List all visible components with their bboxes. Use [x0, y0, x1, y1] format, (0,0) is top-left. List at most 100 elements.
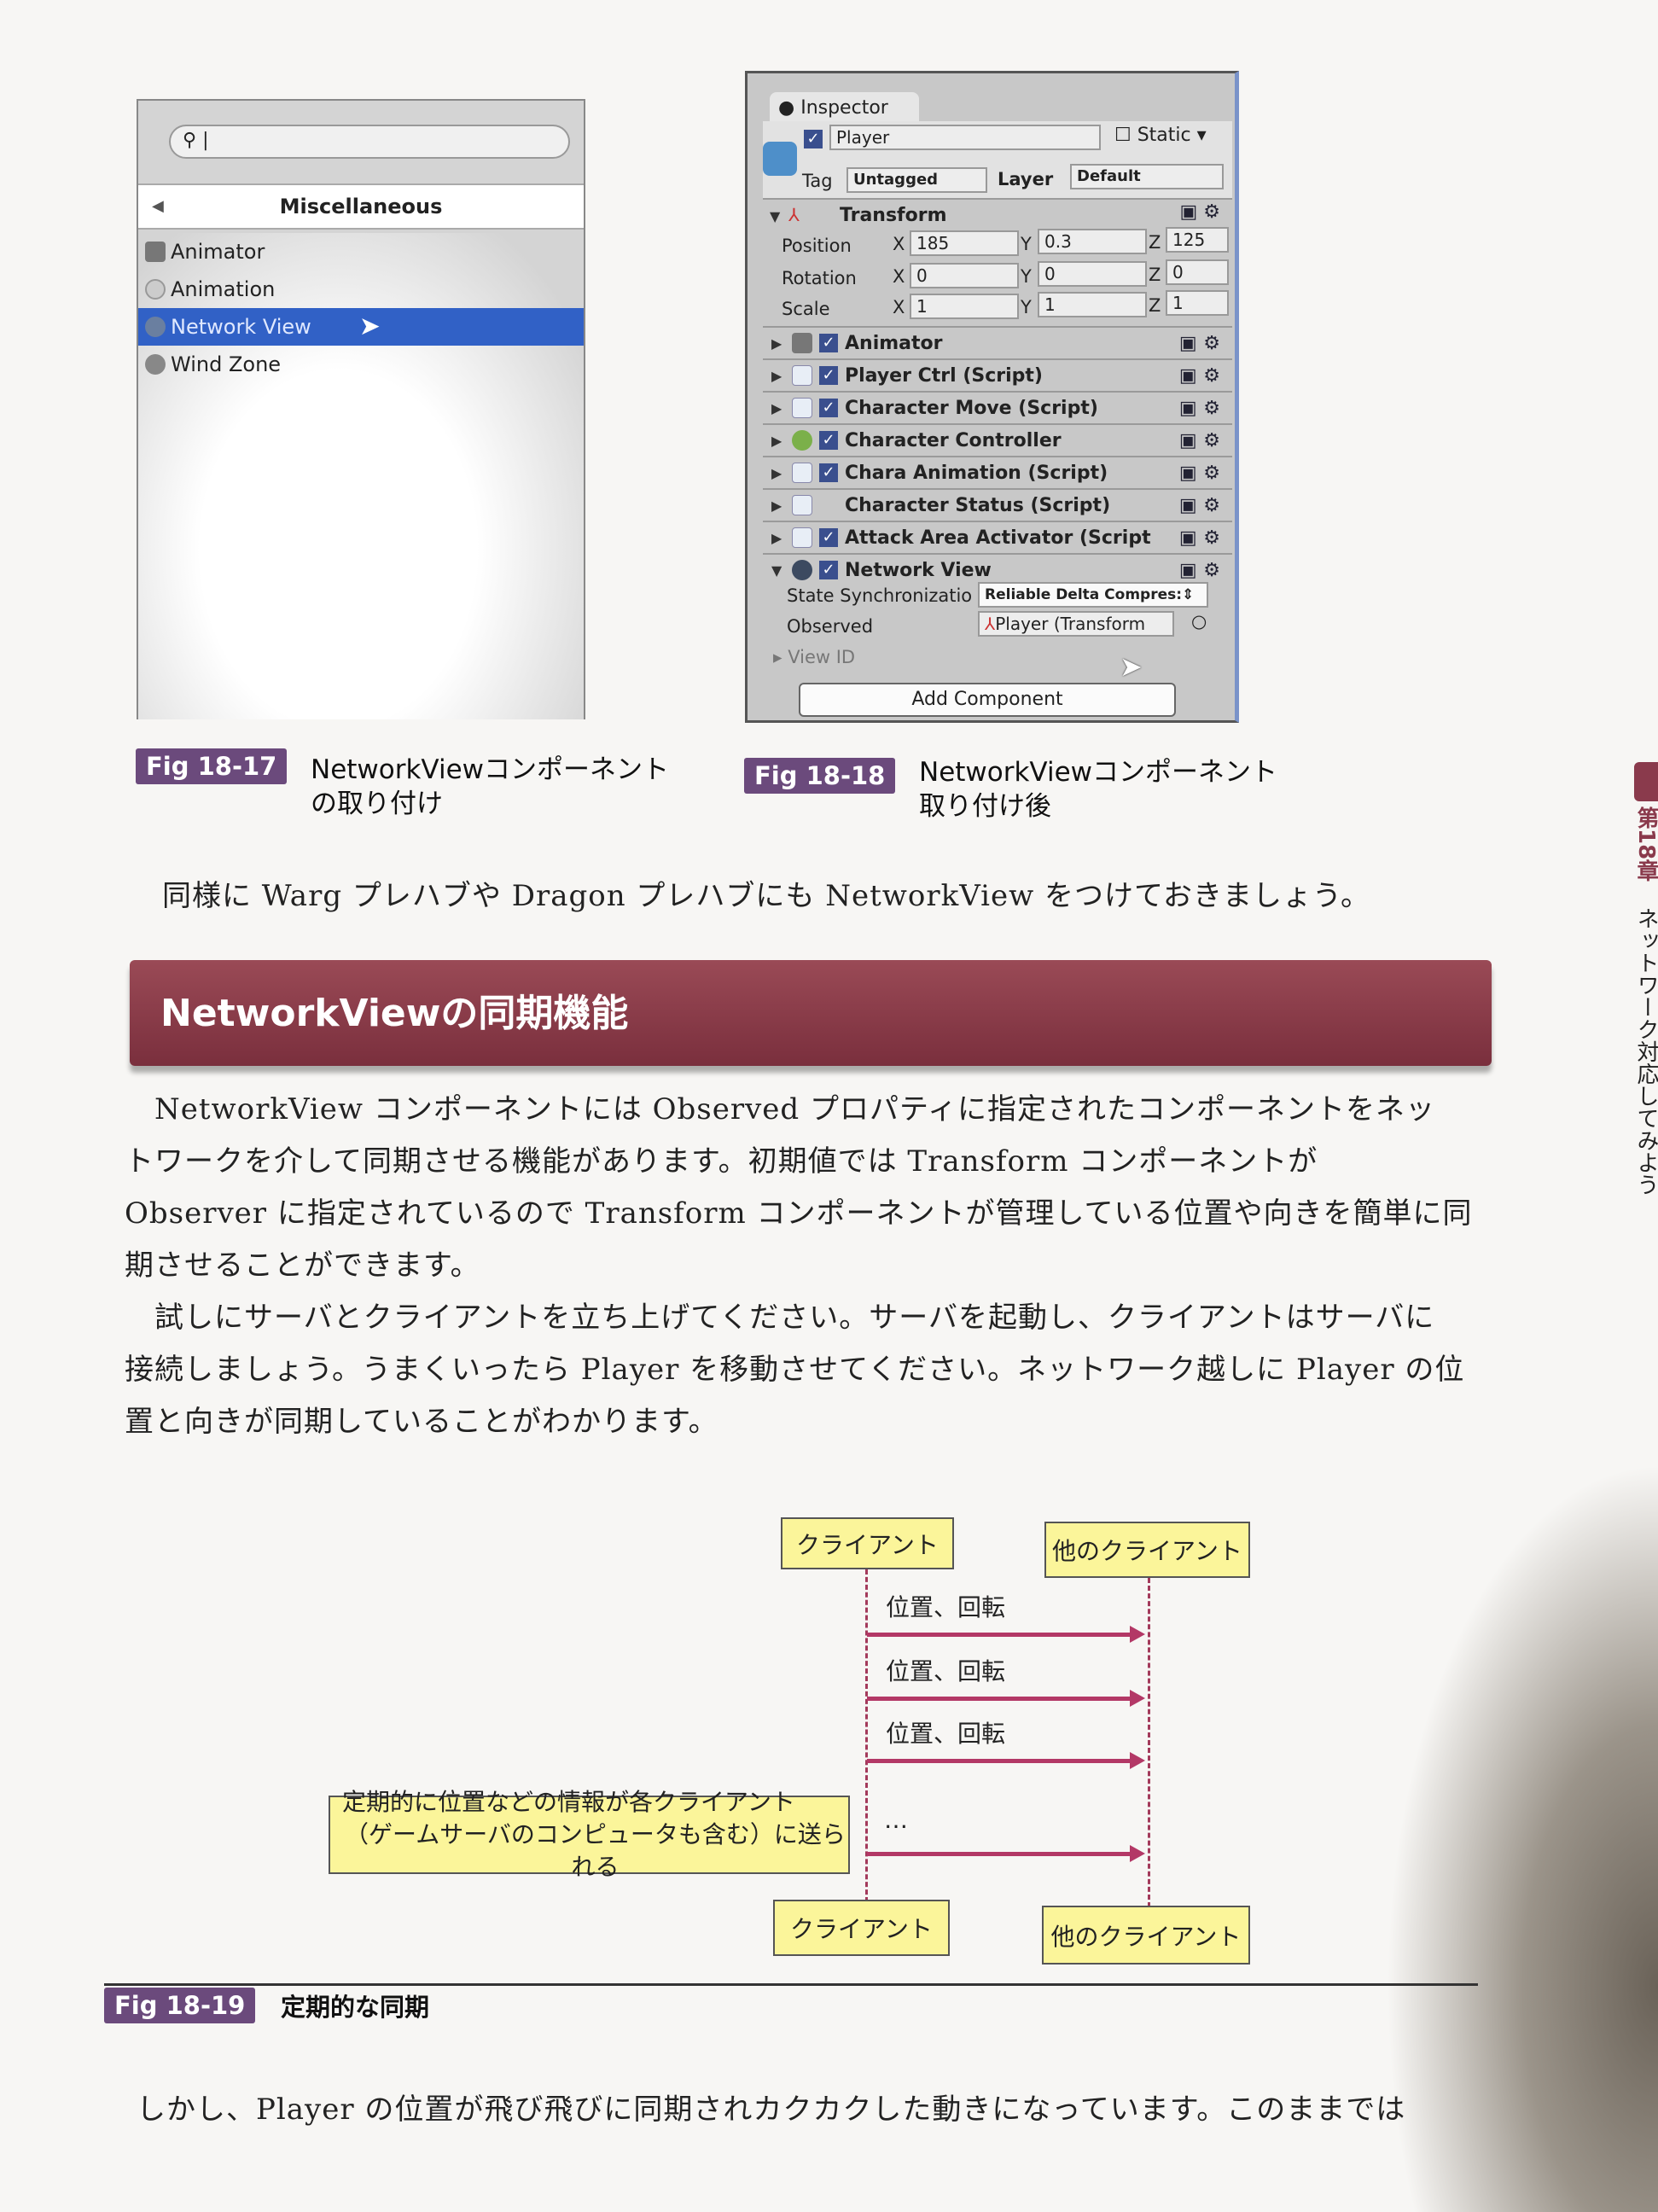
- collapse-triangle-icon[interactable]: ▼: [771, 562, 785, 579]
- fig-badge: Fig 18-19: [104, 1988, 256, 2023]
- component-name: Animator: [845, 332, 943, 354]
- other-client-lifeline: [1148, 1578, 1150, 1907]
- back-arrow-icon[interactable]: ◀: [152, 185, 164, 228]
- help-gear-icon[interactable]: ▣ ⚙: [1179, 333, 1220, 354]
- text-line: 期させることができます。: [125, 1249, 480, 1283]
- csharp-script-icon: [792, 527, 812, 548]
- component-player-ctrl[interactable]: ▶ ✓ Player Ctrl (Script) ▣ ⚙: [763, 358, 1232, 391]
- component-animator[interactable]: ▶ ✓ Animator ▣ ⚙: [763, 326, 1232, 358]
- tab-inspector[interactable]: ● Inspector: [770, 92, 919, 125]
- list-item-wind-zone[interactable]: Wind Zone: [138, 346, 584, 383]
- help-gear-icon[interactable]: ▣ ⚙: [1179, 495, 1220, 516]
- list-item-animator[interactable]: Animator: [138, 233, 584, 271]
- expand-triangle-icon[interactable]: ▶: [771, 465, 785, 481]
- inspector-panel: ● Inspector ✓ Player ☐ Static ▾ Tag Unta…: [745, 71, 1239, 723]
- row-label: Scale: [782, 299, 830, 319]
- tag-value: Untagged: [853, 171, 939, 189]
- character-controller-icon: [792, 430, 812, 451]
- scale-x[interactable]: 1: [910, 294, 1019, 319]
- help-gear-icon[interactable]: ▣ ⚙: [1179, 365, 1220, 387]
- help-gear-icon[interactable]: ▣ ⚙: [1179, 201, 1220, 223]
- enabled-checkbox[interactable]: ✓: [819, 561, 838, 579]
- section-heading: NetworkViewの同期機能: [130, 960, 1492, 1066]
- expand-triangle-icon[interactable]: ▼: [770, 208, 783, 224]
- text-line: トワークを介して同期させる機能があります。初期値では Transform コンポ…: [125, 1144, 1318, 1179]
- fig-caption: NetworkViewコンポーネント の取り付け: [311, 753, 669, 821]
- cursor-icon: ➤: [358, 311, 381, 341]
- row-label: Rotation: [782, 268, 857, 288]
- help-gear-icon[interactable]: ▣ ⚙: [1179, 527, 1220, 549]
- add-component-button[interactable]: Add Component: [799, 683, 1176, 717]
- help-gear-icon[interactable]: ▣ ⚙: [1179, 560, 1220, 581]
- view-id-row[interactable]: ▸ View ID: [773, 647, 855, 667]
- client-box-bottom: クライアント: [773, 1900, 950, 1956]
- message-label: 位置、回転: [886, 1657, 1006, 1685]
- csharp-script-icon: [792, 365, 812, 386]
- layer-value: Default: [1077, 167, 1141, 185]
- position-z[interactable]: 125: [1166, 227, 1229, 253]
- enabled-checkbox[interactable]: ✓: [819, 334, 838, 352]
- rotation-y[interactable]: 0: [1038, 261, 1147, 287]
- help-gear-icon[interactable]: ▣ ⚙: [1179, 430, 1220, 451]
- expand-triangle-icon[interactable]: ▶: [771, 530, 785, 546]
- transform-section: ▼ ⅄ Transform ▣ ⚙ Position X 185 Y 0.3 Z 12…: [763, 198, 1232, 324]
- side-tab-marker: [1634, 762, 1658, 801]
- component-name: Character Status (Script): [845, 494, 1111, 516]
- category-header[interactable]: ◀ Miscellaneous: [138, 183, 584, 230]
- component-network-view[interactable]: ▼ ✓ Network View ▣ ⚙: [763, 553, 1232, 585]
- other-client-box-bottom: 他のクライアント: [1042, 1906, 1250, 1965]
- static-toggle[interactable]: ☐ Static ▾: [1114, 125, 1207, 146]
- tag-select[interactable]: Untagged: [846, 167, 987, 193]
- paragraph: 同様に Warg プレハブや Dragon プレハブにも NetworkView…: [162, 879, 1370, 913]
- rotation-z[interactable]: 0: [1166, 259, 1229, 285]
- message-arrow: [867, 1845, 1145, 1862]
- chapter-title: ネットワーク対応してみよう: [1633, 907, 1658, 1196]
- help-gear-icon[interactable]: ▣ ⚙: [1179, 463, 1220, 484]
- globe-icon: [145, 317, 166, 337]
- component-attack-area-activator[interactable]: ▶ ✓ Attack Area Activator (Script ▣ ⚙: [763, 521, 1232, 553]
- other-client-box-top: 他のクライアント: [1044, 1522, 1250, 1578]
- observed-field[interactable]: ⅄Player (Transform: [978, 611, 1174, 637]
- help-gear-icon[interactable]: ▣ ⚙: [1179, 398, 1220, 419]
- expand-triangle-icon[interactable]: ▶: [771, 433, 785, 449]
- expand-triangle-icon[interactable]: ▶: [771, 498, 785, 514]
- message-arrow: [867, 1626, 1145, 1643]
- active-checkbox[interactable]: ✓: [804, 130, 823, 148]
- expand-triangle-icon[interactable]: ▶: [771, 400, 785, 416]
- enabled-checkbox[interactable]: ✓: [819, 431, 838, 450]
- list-item-network-view[interactable]: Network View ➤: [138, 308, 584, 346]
- expand-triangle-icon[interactable]: ▶: [771, 335, 785, 352]
- component-character-move[interactable]: ▶ ✓ Character Move (Script) ▣ ⚙: [763, 391, 1232, 423]
- csharp-script-icon: [792, 463, 812, 483]
- component-character-controller[interactable]: ▶ ✓ Character Controller ▣ ⚙: [763, 423, 1232, 456]
- object-picker-icon[interactable]: ○: [1191, 611, 1207, 632]
- rotation-x[interactable]: 0: [910, 263, 1019, 288]
- expand-triangle-icon[interactable]: ▶: [771, 368, 785, 384]
- scale-z[interactable]: 1: [1166, 290, 1229, 316]
- component-character-status[interactable]: ▶ Character Status (Script) ▣ ⚙: [763, 488, 1232, 521]
- state-sync-select[interactable]: Reliable Delta Compres:⇕: [978, 582, 1208, 608]
- component-chara-animation[interactable]: ▶ ✓ Chara Animation (Script) ▣ ⚙: [763, 456, 1232, 488]
- enabled-checkbox[interactable]: ✓: [819, 528, 838, 547]
- search-input[interactable]: ⚲ |: [169, 125, 570, 159]
- csharp-script-icon: [792, 495, 812, 515]
- layer-select[interactable]: Default: [1070, 164, 1224, 189]
- transform-icon: ⅄: [788, 205, 800, 225]
- object-name-field[interactable]: Player: [829, 125, 1101, 150]
- wind-zone-icon: [145, 354, 166, 375]
- item-label: Wind Zone: [171, 352, 282, 376]
- item-label: Animation: [171, 277, 276, 301]
- position-y[interactable]: 0.3: [1038, 229, 1147, 254]
- csharp-script-icon: [792, 398, 812, 418]
- globe-icon: [792, 560, 812, 580]
- enabled-checkbox[interactable]: ✓: [819, 399, 838, 417]
- enabled-checkbox[interactable]: ✓: [819, 463, 838, 482]
- position-x[interactable]: 185: [910, 230, 1019, 256]
- enabled-checkbox[interactable]: ✓: [819, 366, 838, 385]
- view-id-label: View ID: [788, 647, 856, 667]
- note-box: 定期的に位置などの情報が各クライアント （ゲームサーバのコンピュータも含む）に送ら…: [329, 1788, 850, 1881]
- scale-y[interactable]: 1: [1038, 292, 1147, 317]
- message-label: …: [884, 1806, 908, 1834]
- message-label: 位置、回転: [886, 1593, 1006, 1621]
- list-item-animation[interactable]: Animation: [138, 271, 584, 308]
